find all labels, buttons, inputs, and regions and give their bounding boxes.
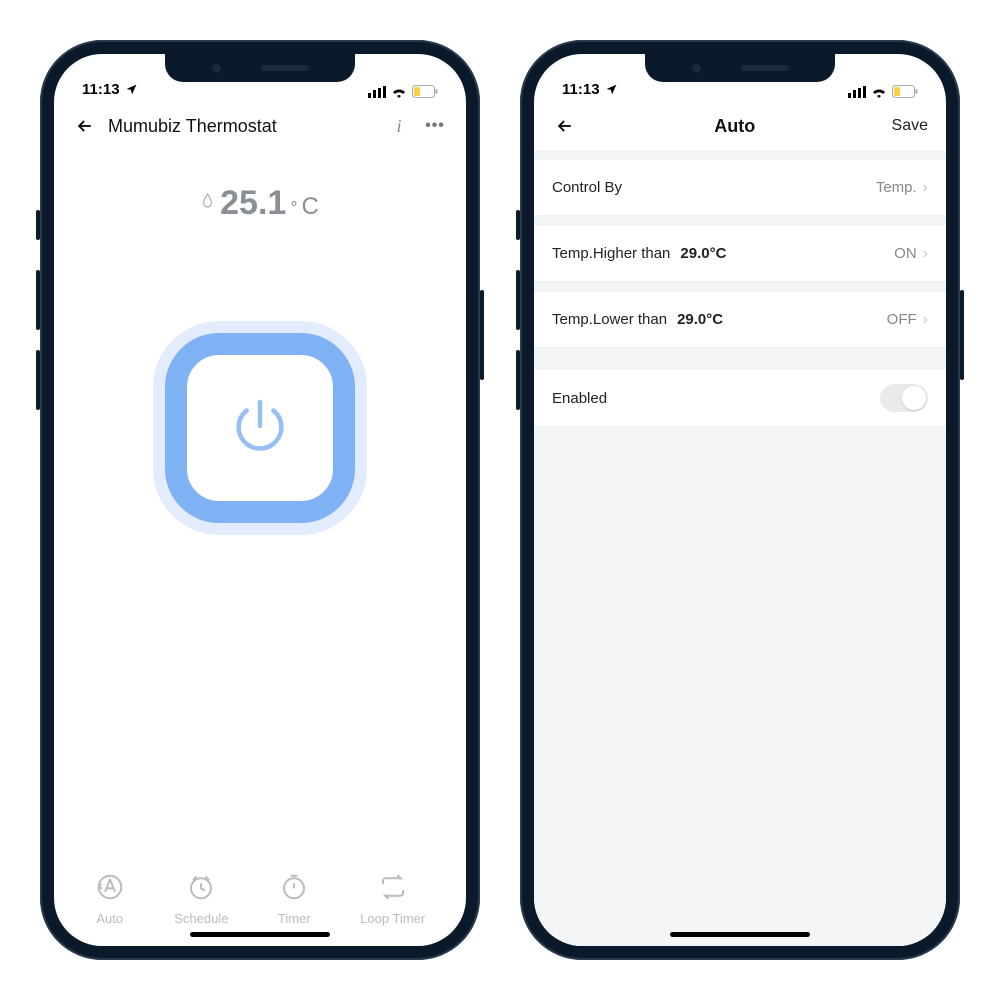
nav-bar: Auto Save (534, 102, 946, 150)
status-time: 11:13 (82, 81, 120, 98)
tab-loop-timer[interactable]: Loop Timer (360, 872, 425, 926)
notch (165, 54, 355, 82)
location-icon (125, 83, 138, 96)
temperature-value: 25.1 (220, 184, 286, 223)
row-label: Enabled (552, 390, 607, 407)
chevron-right-icon: › (923, 245, 928, 263)
phone-frame-main: 11:13 (40, 40, 480, 960)
more-button[interactable]: ••• (422, 117, 448, 135)
temperature-unit: C (302, 193, 319, 221)
row-enabled[interactable]: Enabled (534, 370, 946, 426)
location-icon (605, 83, 618, 96)
row-label: Control By (552, 179, 622, 196)
tab-schedule[interactable]: Schedule (174, 872, 228, 926)
chevron-right-icon: › (923, 179, 928, 197)
page-title: Auto (588, 116, 882, 137)
home-indicator[interactable] (190, 932, 330, 937)
signal-icon (848, 86, 866, 98)
power-icon (228, 394, 292, 463)
info-button[interactable]: i (386, 116, 412, 137)
power-button[interactable] (165, 333, 355, 523)
notch (645, 54, 835, 82)
battery-icon (892, 85, 918, 98)
row-threshold: 29.0°C (680, 245, 726, 262)
tab-timer[interactable]: Timer (278, 872, 311, 926)
row-temp-lower[interactable]: Temp.Lower than 29.0°C OFF › (534, 292, 946, 348)
back-button[interactable] (552, 116, 578, 136)
back-button[interactable] (72, 116, 98, 136)
chevron-right-icon: › (923, 311, 928, 329)
phone-frame-settings: 11:13 (520, 40, 960, 960)
tab-auto[interactable]: Auto (95, 872, 125, 926)
row-state: ON (894, 245, 917, 262)
wifi-icon (391, 86, 407, 98)
row-label: Temp.Lower than (552, 311, 667, 328)
signal-icon (368, 86, 386, 98)
temperature-degree: ° (290, 198, 297, 219)
enabled-toggle[interactable] (880, 384, 928, 412)
tab-label: Schedule (174, 911, 228, 926)
tab-label: Timer (278, 911, 311, 926)
loop-icon (378, 872, 408, 905)
tab-label: Auto (96, 911, 123, 926)
nav-bar: Mumubiz Thermostat i ••• (54, 102, 466, 150)
timer-icon (279, 872, 309, 905)
row-threshold: 29.0°C (677, 311, 723, 328)
row-value: Temp. (876, 179, 917, 196)
row-control-by[interactable]: Control By Temp. › (534, 160, 946, 216)
row-label: Temp.Higher than (552, 245, 670, 262)
home-indicator[interactable] (670, 932, 810, 937)
wifi-icon (871, 86, 887, 98)
humidity-icon (201, 193, 214, 214)
battery-icon (412, 85, 438, 98)
status-time: 11:13 (562, 81, 600, 98)
auto-icon (95, 872, 125, 905)
row-temp-higher[interactable]: Temp.Higher than 29.0°C ON › (534, 226, 946, 282)
page-title: Mumubiz Thermostat (108, 116, 277, 137)
row-state: OFF (887, 311, 917, 328)
tab-label: Loop Timer (360, 911, 425, 926)
temperature-display: 25.1 ° C (201, 184, 319, 223)
save-button[interactable]: Save (892, 117, 928, 135)
schedule-icon (186, 872, 216, 905)
